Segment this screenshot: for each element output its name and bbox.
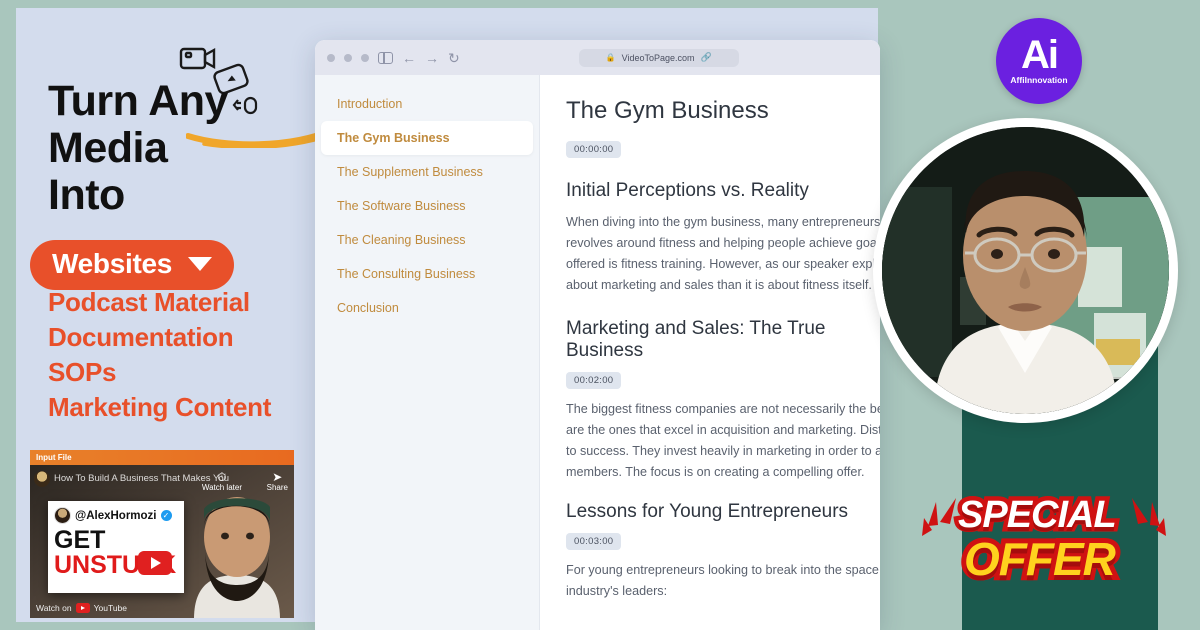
browser-window: ← → ↻ 🔒 VideoToPage.com 🔗 Introduction T…: [315, 40, 880, 630]
profile-avatar-icon: [54, 507, 71, 524]
special-offer-badge: SPECIAL OFFER: [922, 490, 1166, 602]
section-paragraph: The biggest fitness companies are not ne…: [566, 402, 880, 479]
input-file-badge: Input File: [30, 450, 294, 465]
feature-list: Podcast Material Documentation SOPs Mark…: [48, 285, 271, 425]
section-heading: Marketing and Sales: The True Business: [566, 318, 826, 361]
feature-item: Marketing Content: [48, 392, 272, 422]
minimize-window-icon[interactable]: [344, 53, 352, 62]
timestamp-badge: 00:03:00: [566, 533, 622, 550]
promo-headline: Turn Any Media Into: [48, 78, 348, 219]
handle-row: @AlexHormozi ✓: [54, 507, 178, 524]
get-text: GET: [54, 526, 106, 554]
browser-content: Introduction The Gym Business The Supple…: [315, 75, 880, 630]
browser-toolbar: ← → ↻ 🔒 VideoToPage.com 🔗: [315, 40, 880, 75]
speaker-figure: [194, 497, 280, 618]
forward-icon[interactable]: →: [425, 51, 439, 65]
youtube-play-button[interactable]: [138, 551, 172, 575]
photo-content: [882, 127, 1169, 414]
close-window-icon[interactable]: [327, 53, 335, 62]
headline-line-2: Media: [48, 124, 168, 172]
sidebar-item-cleaning-business[interactable]: The Cleaning Business: [315, 223, 539, 257]
address-bar[interactable]: 🔒 VideoToPage.com 🔗: [578, 48, 739, 67]
logo-mark: Ai: [1021, 33, 1059, 77]
burst-right-icon: [1132, 498, 1166, 536]
get-unstuck-card: @AlexHormozi ✓ GET UNSTUCK: [48, 501, 184, 593]
channel-avatar-icon: [34, 471, 50, 487]
timestamp-badge: 00:00:00: [566, 141, 622, 158]
watch-on-youtube[interactable]: Watch on YouTube: [36, 603, 127, 613]
feature-item: Podcast Material: [48, 287, 250, 317]
back-icon[interactable]: ←: [402, 51, 416, 65]
lock-icon: 🔒: [605, 53, 616, 62]
page-title: The Gym Business: [566, 97, 769, 124]
youtube-icon: [75, 603, 90, 613]
input-video-thumbnail[interactable]: Input File How To Build A Business That …: [30, 450, 294, 618]
section-heading: Lessons for Young Entrepreneurs: [566, 501, 849, 522]
document-body: The Gym Business 00:00:00 Initial Percep…: [540, 75, 880, 630]
url-text: VideoToPage.com: [621, 52, 695, 63]
section-paragraph: When diving into the gym business, many …: [566, 215, 880, 292]
link-icon[interactable]: 🔗: [701, 52, 712, 63]
reload-icon[interactable]: ↻: [448, 51, 460, 65]
pill-label: Websites: [52, 248, 173, 279]
presenter-photo: [882, 127, 1169, 414]
video-frame: How To Build A Business That Makes You ⏱…: [30, 465, 294, 618]
handle-label: @AlexHormozi: [75, 509, 157, 522]
feature-item: Documentation: [48, 322, 234, 352]
websites-dropdown-pill[interactable]: Websites: [30, 240, 235, 290]
avatar: [873, 118, 1178, 423]
sidebar-item-conclusion[interactable]: Conclusion: [315, 291, 539, 325]
chevron-down-icon: [188, 257, 213, 271]
offer-line-2: OFFER: [959, 528, 1121, 590]
maximize-window-icon[interactable]: [361, 53, 369, 62]
headline-line-3: Into: [48, 171, 125, 219]
sidebar-toggle-icon[interactable]: [378, 51, 393, 64]
watch-on-label: Watch on: [36, 603, 72, 613]
verified-badge-icon: ✓: [160, 510, 172, 521]
sidebar-item-introduction[interactable]: Introduction: [315, 87, 539, 121]
sidebar-item-consulting-business[interactable]: The Consulting Business: [315, 257, 539, 291]
affiinnovation-logo: Ai AffiInnovation: [996, 18, 1082, 104]
sidebar-item-supplement-business[interactable]: The Supplement Business: [315, 155, 539, 189]
timestamp-badge: 00:02:00: [566, 372, 622, 389]
logo-name: AffiInnovation: [1010, 75, 1068, 85]
sidebar-item-software-business[interactable]: The Software Business: [315, 189, 539, 223]
sidebar-item-gym-business[interactable]: The Gym Business: [321, 121, 533, 155]
youtube-label: YouTube: [93, 603, 127, 613]
section-paragraph: For young entrepreneurs looking to break…: [566, 563, 880, 598]
headline-line-1: Turn Any: [48, 77, 228, 125]
feature-item: SOPs: [48, 357, 117, 387]
offer-line-1: SPECIAL: [954, 490, 1122, 541]
document-outline-sidebar: Introduction The Gym Business The Supple…: [315, 75, 540, 630]
section-heading: Initial Perceptions vs. Reality: [566, 180, 809, 201]
